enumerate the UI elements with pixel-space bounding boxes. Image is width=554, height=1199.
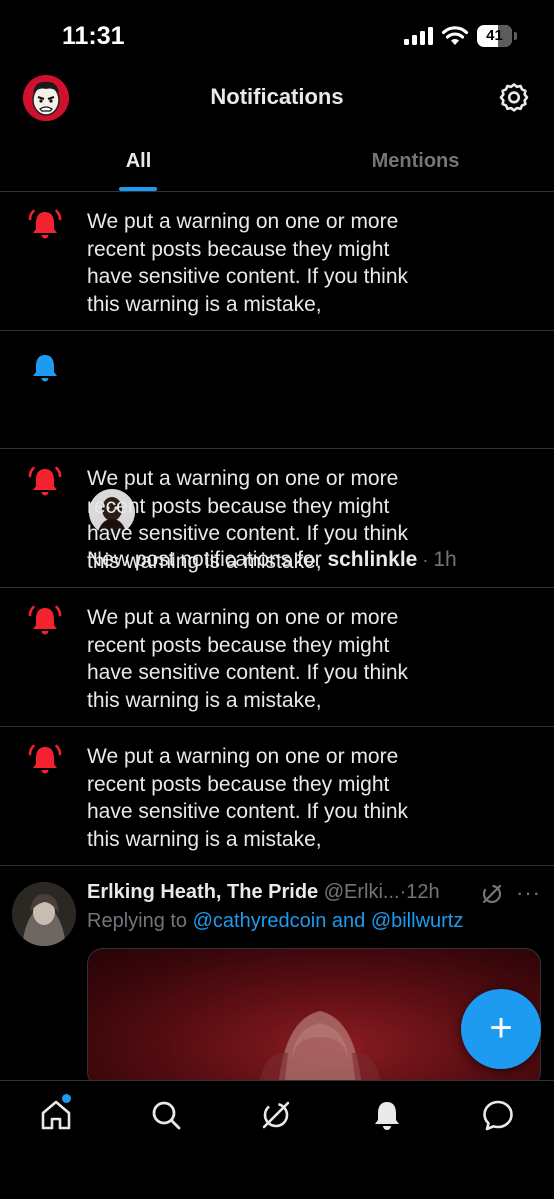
- notification-item[interactable]: We put a warning on one or more recent p…: [0, 449, 554, 588]
- post-author-name[interactable]: Erlking Heath, The Pride: [87, 881, 318, 903]
- notification-text: We put a warning on one or more recent p…: [87, 745, 409, 851]
- notification-text: We put a warning on one or more recent p…: [87, 210, 409, 316]
- mention-link[interactable]: @cathyredcoin: [193, 910, 327, 932]
- wifi-icon: [441, 26, 469, 45]
- replying-prefix: Replying to: [87, 910, 193, 932]
- notification-item[interactable]: New post notifications for schlinkle · 1…: [0, 331, 554, 571]
- alert-bell-icon: [28, 466, 62, 496]
- notification-item[interactable]: We put a warning on one or more recent p…: [0, 192, 554, 331]
- tab-active-indicator: [119, 187, 157, 191]
- tab-all[interactable]: All: [0, 135, 277, 192]
- notification-feed: We put a warning on one or more recent p…: [0, 192, 554, 866]
- notifications-icon[interactable]: [369, 1097, 405, 1133]
- tab-mentions[interactable]: Mentions: [277, 135, 554, 192]
- post-author-handle[interactable]: @Erlki...: [324, 881, 400, 903]
- battery-icon: 41: [477, 25, 517, 47]
- status-time: 11:31: [62, 22, 125, 50]
- notification-text: We put a warning on one or more recent p…: [87, 606, 409, 712]
- replying-to: Replying to @cathyredcoin and @billwurtz: [87, 910, 463, 933]
- more-options-icon[interactable]: ···: [516, 880, 541, 906]
- alert-bell-icon: [28, 209, 62, 239]
- search-icon[interactable]: [148, 1097, 184, 1133]
- notification-tabs: All Mentions: [0, 135, 554, 192]
- plus-icon: +: [489, 1006, 513, 1050]
- notification-item[interactable]: We put a warning on one or more recent p…: [0, 727, 554, 866]
- bottom-nav: [0, 1080, 554, 1199]
- avatar[interactable]: [12, 882, 76, 946]
- post-header: Erlking Heath, The Pride @Erlki...·12h: [87, 881, 440, 904]
- grok-icon[interactable]: [258, 1097, 294, 1133]
- battery-level: 41: [486, 27, 503, 44]
- mention-conjunction: and: [326, 910, 371, 932]
- gear-icon[interactable]: [497, 81, 531, 115]
- notification-item[interactable]: We put a warning on one or more recent p…: [0, 588, 554, 727]
- page-title: Notifications: [210, 84, 344, 109]
- bell-icon: [33, 355, 57, 382]
- signal-icon: [404, 27, 433, 45]
- mention-link[interactable]: @billwurtz: [371, 910, 464, 932]
- status-bar: 11:31 41: [0, 0, 554, 70]
- alert-bell-icon: [28, 605, 62, 635]
- grok-icon[interactable]: [480, 882, 504, 906]
- alert-bell-icon: [28, 744, 62, 774]
- compose-button[interactable]: +: [461, 989, 541, 1069]
- post-time: 12h: [406, 881, 440, 903]
- messages-icon[interactable]: [480, 1097, 516, 1133]
- notification-text: We put a warning on one or more recent p…: [87, 467, 409, 573]
- home-unread-dot: [62, 1094, 71, 1103]
